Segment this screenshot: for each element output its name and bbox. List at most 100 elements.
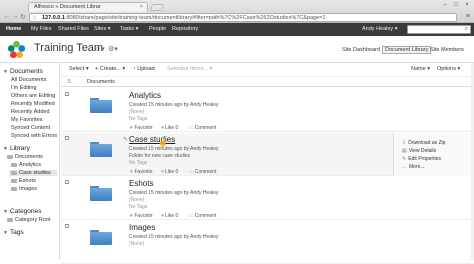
documents-column[interactable]: Documents — [87, 79, 115, 85]
row-created: Created 15 minutes ago by Andy Healey — [129, 190, 219, 196]
folder-icon[interactable] — [90, 142, 112, 157]
filter-all-documents[interactable]: All Documents — [11, 77, 46, 83]
tree-category-root[interactable]: Category Root — [7, 217, 50, 223]
filter-im-editing[interactable]: I'm Editing — [11, 85, 37, 91]
row-created: Created 15 minutes ago by Andy Healey — [129, 234, 219, 240]
site-title: Training Team — [34, 42, 104, 54]
tree-eshots[interactable]: Eshots — [11, 178, 36, 184]
favorite-button[interactable]: ★Favorite — [129, 125, 153, 131]
row-description: Folder for new case studies — [129, 153, 191, 159]
close-window-icon[interactable]: × — [463, 2, 471, 9]
collapse-icon: ▼ — [3, 230, 8, 236]
categories-header-label: Categories — [9, 208, 42, 215]
row-tags: No Tags — [129, 160, 148, 166]
select-menu[interactable]: Select ▾ — [69, 66, 89, 72]
forward-icon[interactable]: → — [11, 13, 19, 20]
filter-recently-added[interactable]: Recently Added — [11, 109, 50, 115]
sort-name-menu[interactable]: Name ▾ — [411, 66, 430, 72]
library-header[interactable]: ▼ Library — [3, 145, 30, 152]
nav-sites[interactable]: Sites ▾ — [94, 26, 111, 32]
nav-people[interactable]: People — [149, 26, 166, 32]
document-library-link[interactable]: Document Library — [382, 46, 432, 54]
row-name[interactable]: Case studies — [129, 135, 175, 144]
comment-button[interactable]: ▭Comment — [189, 213, 216, 219]
nav-tasks[interactable]: Tasks ▾ — [120, 26, 138, 32]
filter-my-favorites[interactable]: My Favorites — [11, 117, 42, 123]
favorite-button[interactable]: ★Favorite — [129, 213, 153, 219]
row-actions-panel: ⇩ Download as Zip ▤ View Details ✎ Edit Pro… — [393, 133, 474, 176]
folder-icon[interactable] — [90, 186, 112, 201]
edit-properties-action[interactable]: ✎ Edit Properties — [402, 156, 441, 162]
back-icon[interactable]: ← — [3, 13, 11, 20]
gear-icon[interactable]: ⚙▾ — [108, 45, 118, 53]
like-button[interactable]: ♥Like 0 — [161, 125, 178, 131]
table-row[interactable]: Analytics Created 15 minutes ago by Andy… — [61, 89, 474, 132]
tree-analytics[interactable]: Analytics — [11, 162, 41, 168]
user-menu[interactable]: Andy Healey ▾ — [362, 26, 397, 32]
selected-items-menu[interactable]: Selected Items... ▾ — [167, 66, 212, 72]
browser-tab[interactable]: Alfresco » Document Librar × — [28, 2, 148, 12]
sort-icon[interactable]: ⇅ — [67, 79, 72, 85]
filter-others-editing[interactable]: Others are Editing — [11, 93, 55, 99]
like-button[interactable]: ♥Like 0 — [161, 169, 178, 175]
options-menu[interactable]: Options ▾ — [437, 66, 460, 72]
favorite-label: Favorite — [134, 125, 153, 131]
categories-header[interactable]: ▼ Categories — [3, 208, 41, 215]
edit-name-icon[interactable]: ✎ — [123, 136, 128, 143]
comment-label: Comment — [194, 169, 217, 175]
row-checkbox[interactable] — [65, 136, 69, 140]
new-tab-button[interactable] — [149, 4, 165, 11]
create-button[interactable]: + Create... ▾ — [95, 66, 125, 72]
filter-synced-content[interactable]: Synced Content — [11, 125, 50, 131]
view-details-action[interactable]: ▤ View Details — [402, 148, 436, 154]
table-row[interactable]: Images Created 15 minutes ago by Andy He… — [61, 221, 474, 264]
upload-button[interactable]: ↑ Upload — [133, 66, 155, 72]
row-name[interactable]: Images — [129, 223, 155, 232]
search-input[interactable]: ⌕ — [407, 25, 471, 34]
row-name[interactable]: Eshots — [129, 179, 153, 188]
reload-icon[interactable]: ↻ — [19, 13, 27, 21]
comment-label: Comment — [194, 125, 217, 131]
collapse-icon: ▼ — [3, 209, 8, 215]
row-checkbox[interactable] — [65, 180, 69, 184]
filter-recently-modified[interactable]: Recently Modified — [11, 101, 55, 107]
browser-menu-icon[interactable]: ≡ — [466, 13, 470, 20]
filter-synced-errors[interactable]: Synced with Errors — [11, 133, 57, 139]
comment-button[interactable]: ▭Comment — [189, 125, 216, 131]
row-checkbox[interactable] — [65, 92, 69, 96]
site-dashboard-link[interactable]: Site Dashboard — [342, 47, 380, 53]
favorite-button[interactable]: ★Favorite — [129, 169, 153, 175]
nav-repository[interactable]: Repository — [172, 26, 198, 32]
site-header: Training Team ☺▾ ⚙▾ Site Dashboard Docum… — [0, 36, 474, 63]
site-members-link[interactable]: Site Members — [430, 47, 464, 53]
nav-shared-files[interactable]: Shared Files — [58, 26, 89, 32]
row-tags: No Tags — [129, 116, 148, 122]
tree-images[interactable]: Images — [11, 186, 37, 192]
comment-button[interactable]: ▭Comment — [189, 169, 216, 175]
tree-case-studies[interactable]: Case studies — [9, 170, 57, 176]
more-action[interactable]: … More... — [402, 164, 425, 170]
folder-icon — [11, 178, 17, 183]
tree-documents[interactable]: Documents — [7, 154, 43, 160]
download-zip-action[interactable]: ⇩ Download as Zip — [402, 140, 445, 146]
nav-home[interactable]: Home — [6, 26, 21, 32]
search-icon[interactable]: ⌕ — [465, 26, 468, 33]
folder-icon[interactable] — [90, 230, 112, 245]
minimize-icon[interactable]: – — [441, 2, 449, 9]
like-button[interactable]: ♥Like 0 — [161, 213, 178, 219]
nav-my-files[interactable]: My Files — [31, 26, 51, 32]
row-name[interactable]: Analytics — [129, 91, 161, 100]
table-row[interactable]: Eshots Created 15 minutes ago by Andy He… — [61, 177, 474, 220]
user-icon[interactable]: ☺▾ — [94, 45, 105, 53]
address-bar[interactable]: ▯ 127.0.0.1:8080/share/page/site/training… — [29, 13, 457, 22]
folder-icon[interactable] — [90, 98, 112, 113]
comment-icon: ▭ — [189, 169, 194, 175]
folder-icon — [7, 154, 13, 159]
row-checkbox[interactable] — [65, 224, 69, 228]
folder-icon — [11, 162, 17, 167]
maximize-icon[interactable]: □ — [452, 2, 460, 9]
table-row[interactable]: ✎ Case studies ☝ Created 15 minutes ago … — [61, 133, 474, 176]
close-tab-icon[interactable]: × — [140, 4, 143, 10]
documents-header[interactable]: ▼ Documents — [3, 68, 43, 75]
tags-header[interactable]: ▼ Tags — [3, 229, 24, 236]
